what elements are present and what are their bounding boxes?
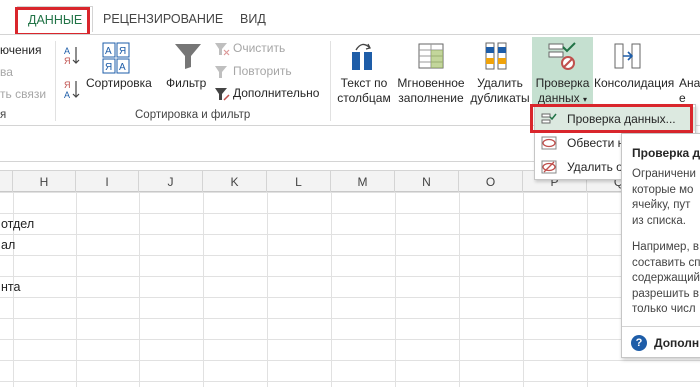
data-validation-label[interactable]: Проверка данных ▾ [532,76,593,107]
tab-review[interactable]: РЕЦЕНЗИРОВАНИЕ [103,6,223,32]
column-header-k[interactable]: K [203,171,267,193]
filter-icon[interactable] [173,41,203,71]
svg-text:Я: Я [105,62,112,73]
sort-ascending-icon[interactable]: А Я [64,45,80,65]
ribbon-tab-bar: ДАННЫЕ РЕЦЕНЗИРОВАНИЕ ВИД [0,0,700,34]
cell-text[interactable]: ал [1,238,15,252]
column-header-h[interactable]: H [13,171,76,193]
clear-circles-icon [541,160,557,174]
reapply-icon [215,66,227,78]
advanced-filter-icon[interactable] [214,87,230,101]
column-header-n[interactable]: N [395,171,459,193]
flash-fill-label[interactable]: Мгновенное заполнение [396,76,466,106]
sort-descending-icon[interactable]: Я А [64,79,80,99]
analysis-label-partial[interactable]: Ана е [679,76,700,106]
column-header-j[interactable]: J [139,171,203,193]
cell-text[interactable]: отдел [1,217,34,231]
advanced-button-label[interactable]: Дополнительно [233,86,319,101]
worksheet-grid[interactable]: отдел ал нта [0,192,700,387]
svg-text:А: А [64,46,70,56]
text-to-columns-label[interactable]: Текст по столбцам [336,76,392,106]
remove-duplicates-label[interactable]: Удалить дубликаты [470,76,530,106]
group-separator [55,41,56,121]
data-validation-icon[interactable] [546,41,578,71]
column-header-o[interactable]: O [459,171,523,193]
menu-item-label: Удалить о [567,160,623,174]
column-header-m[interactable]: M [331,171,395,193]
tooltip-title: Проверка д [632,146,700,160]
cell-text[interactable]: нта [1,280,20,294]
tooltip-text-line: разрешить в [632,287,699,300]
tab-view[interactable]: ВИД [240,6,266,32]
consolidate-icon[interactable] [612,41,642,71]
tooltip-text-line: только числ [632,303,696,315]
tooltip-text-line: из списка. [632,214,686,227]
column-header-l[interactable]: L [267,171,331,193]
remove-duplicates-icon[interactable] [484,41,510,71]
tooltip-text-line: ячейку, пут [632,199,691,211]
connections-group-label: я [0,109,7,121]
svg-text:Я: Я [64,80,71,90]
column-header-prev[interactable] [0,171,13,193]
group-separator [330,41,331,121]
clear-button-label: Очистить [233,41,286,55]
clear-filter-icon [215,43,230,56]
text-to-columns-icon[interactable] [348,40,378,72]
circle-invalid-icon [541,136,557,150]
svg-text:А: А [105,46,112,57]
sort-filter-group-label: Сортировка и фильтр [135,109,251,121]
sort-button-label[interactable]: Сортировка [86,76,152,91]
menu-item-highlight [530,104,693,133]
filter-button-label[interactable]: Фильтр [166,76,206,91]
menu-item-label: Обвести н [567,136,625,150]
consolidate-label[interactable]: Консолидация [594,76,674,91]
connections-label[interactable]: ючения [0,43,42,58]
sort-icon[interactable]: А Я Я А [101,41,133,77]
column-header-i[interactable]: I [76,171,139,193]
tab-data-highlight [15,7,90,36]
edit-links-label: ть связи [0,87,47,101]
data-validation-tooltip: Проверка д Ограничени которые мо ячейку,… [621,133,700,358]
chevron-down-icon: ▾ [582,95,587,104]
tooltip-text-line: Например, в [632,241,699,253]
tooltip-footer[interactable]: ? Дополн [622,326,700,357]
tooltip-text-line: содержащий [632,272,700,284]
tooltip-text-line: составить сп [632,256,700,269]
reapply-button-label: Повторить [233,64,292,78]
tooltip-text-line: которые мо [632,183,694,196]
tooltip-text-line: Ограничени [632,168,696,180]
help-icon[interactable]: ? [631,335,647,351]
properties-label: ва [0,65,13,79]
svg-text:Я: Я [64,56,71,65]
svg-text:А: А [119,62,126,73]
svg-text:Я: Я [119,46,126,57]
flash-fill-icon[interactable] [416,41,446,71]
tooltip-more-link[interactable]: Дополн [654,336,699,350]
svg-text:А: А [64,90,70,99]
